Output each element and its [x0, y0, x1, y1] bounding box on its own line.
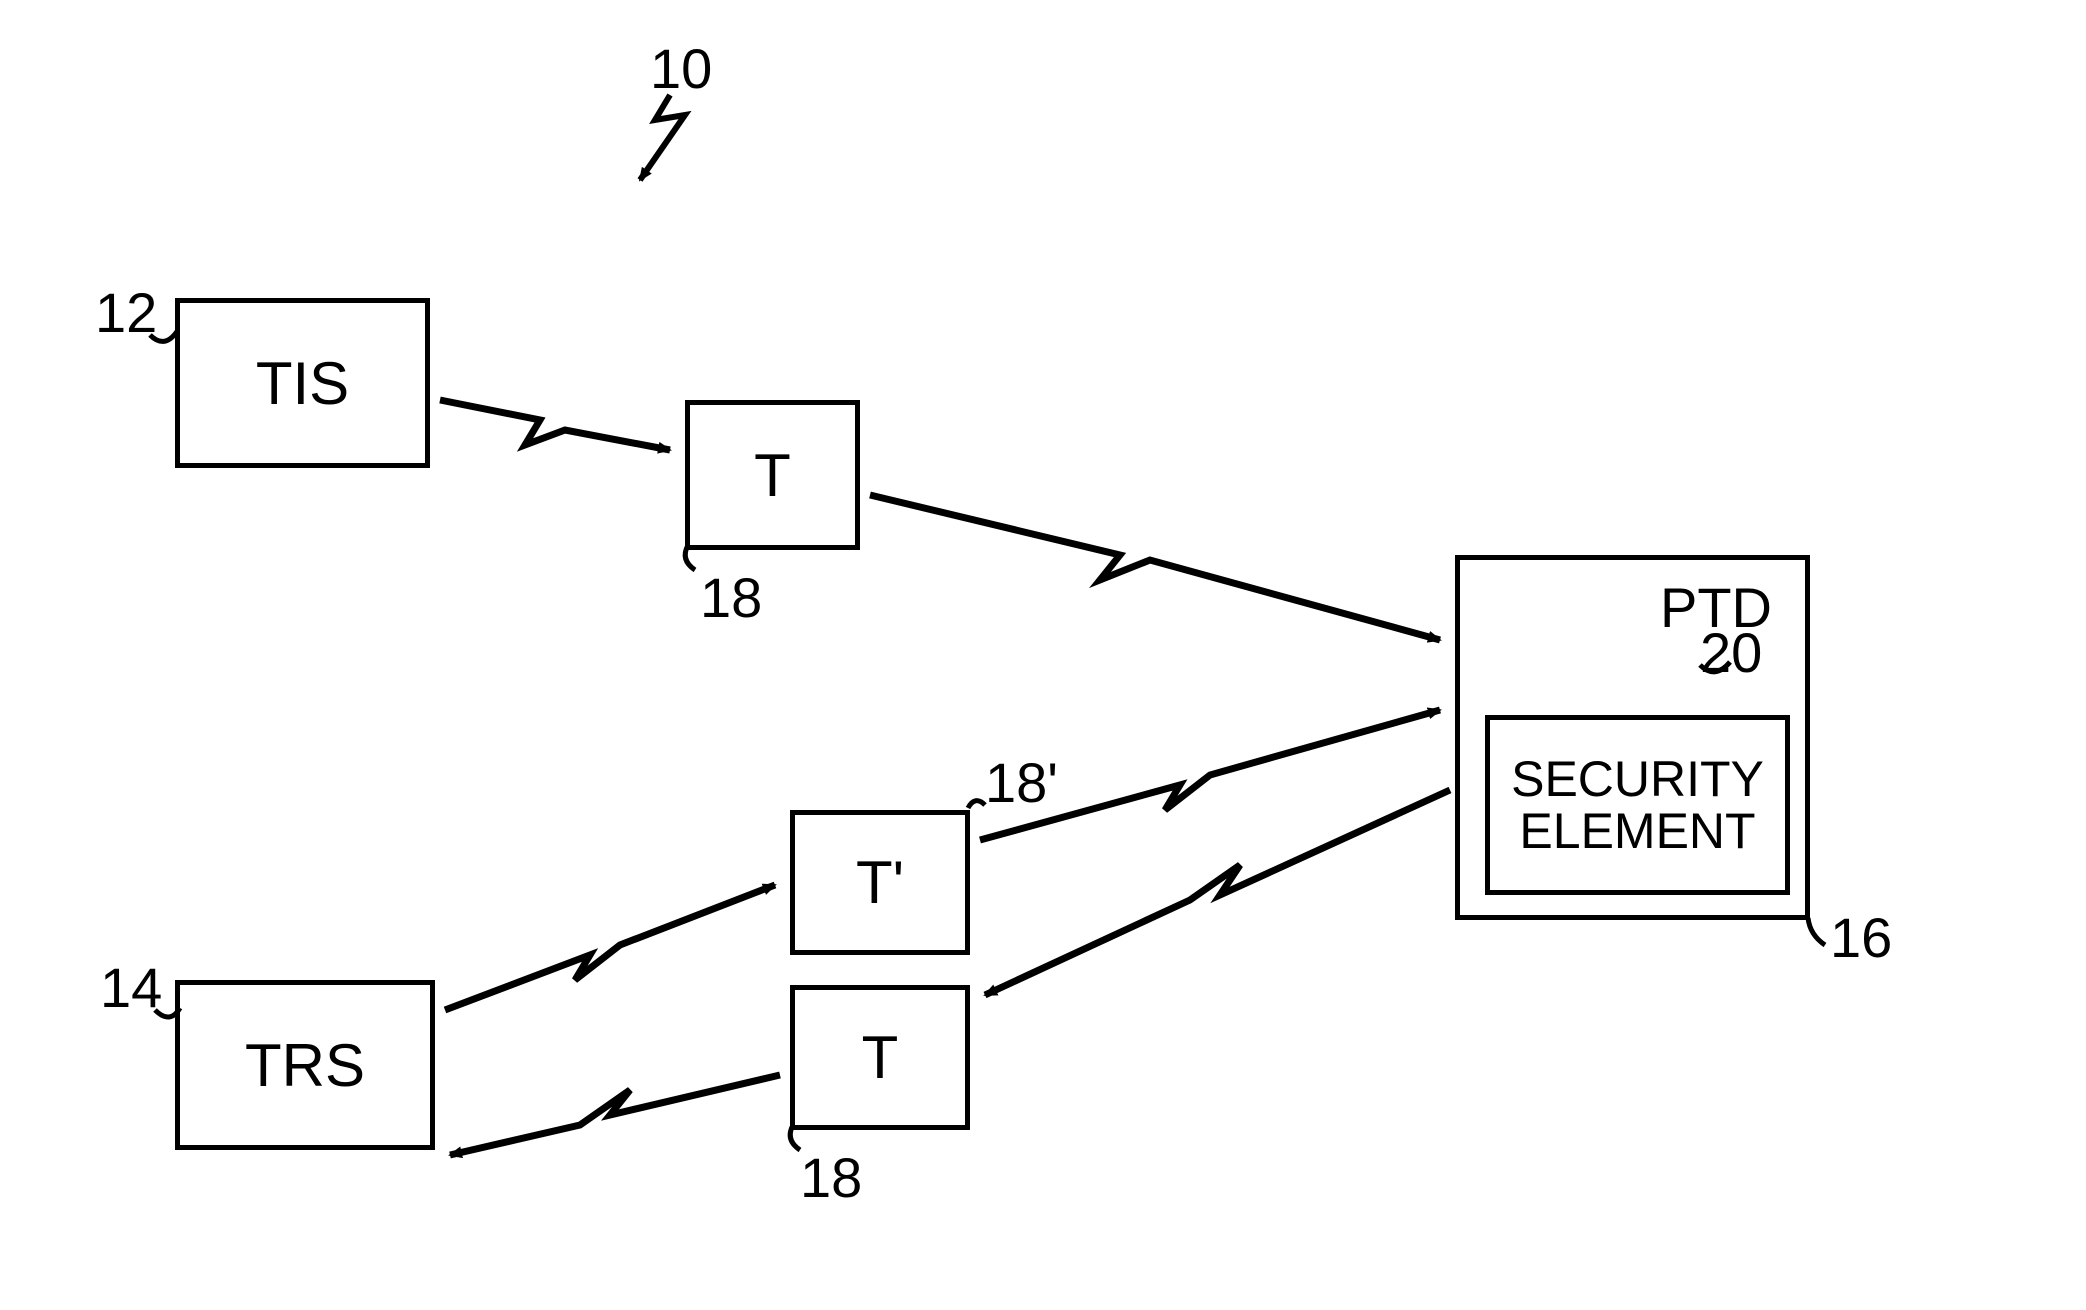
- ref-diagram: 10: [650, 36, 712, 101]
- ref-security: 20: [1700, 620, 1762, 685]
- t-prime-label: T': [856, 851, 904, 914]
- t-prime-box: T': [790, 810, 970, 955]
- t-top-box: T: [685, 400, 860, 550]
- ref-ptd: 16: [1830, 905, 1892, 970]
- ref-t-bottom: 18: [800, 1145, 862, 1210]
- diagram-canvas: 10 TIS 12 T 18 TRS 14 T' 18' T 18 PTD SE…: [0, 0, 2086, 1310]
- t-bottom-box: T: [790, 985, 970, 1130]
- ptd-box: PTD SECURITY ELEMENT: [1455, 555, 1810, 920]
- t-top-label: T: [754, 444, 791, 507]
- t-bottom-label: T: [862, 1026, 899, 1089]
- trs-label: TRS: [245, 1034, 365, 1097]
- tis-label: TIS: [256, 352, 349, 415]
- security-element-label: SECURITY ELEMENT: [1511, 753, 1764, 858]
- ref-tis: 12: [95, 280, 157, 345]
- tis-box: TIS: [175, 298, 430, 468]
- trs-box: TRS: [175, 980, 435, 1150]
- security-element-box: SECURITY ELEMENT: [1485, 715, 1790, 895]
- ref-trs: 14: [100, 955, 162, 1020]
- ref-t-top: 18: [700, 565, 762, 630]
- ref-t-prime: 18': [985, 750, 1058, 815]
